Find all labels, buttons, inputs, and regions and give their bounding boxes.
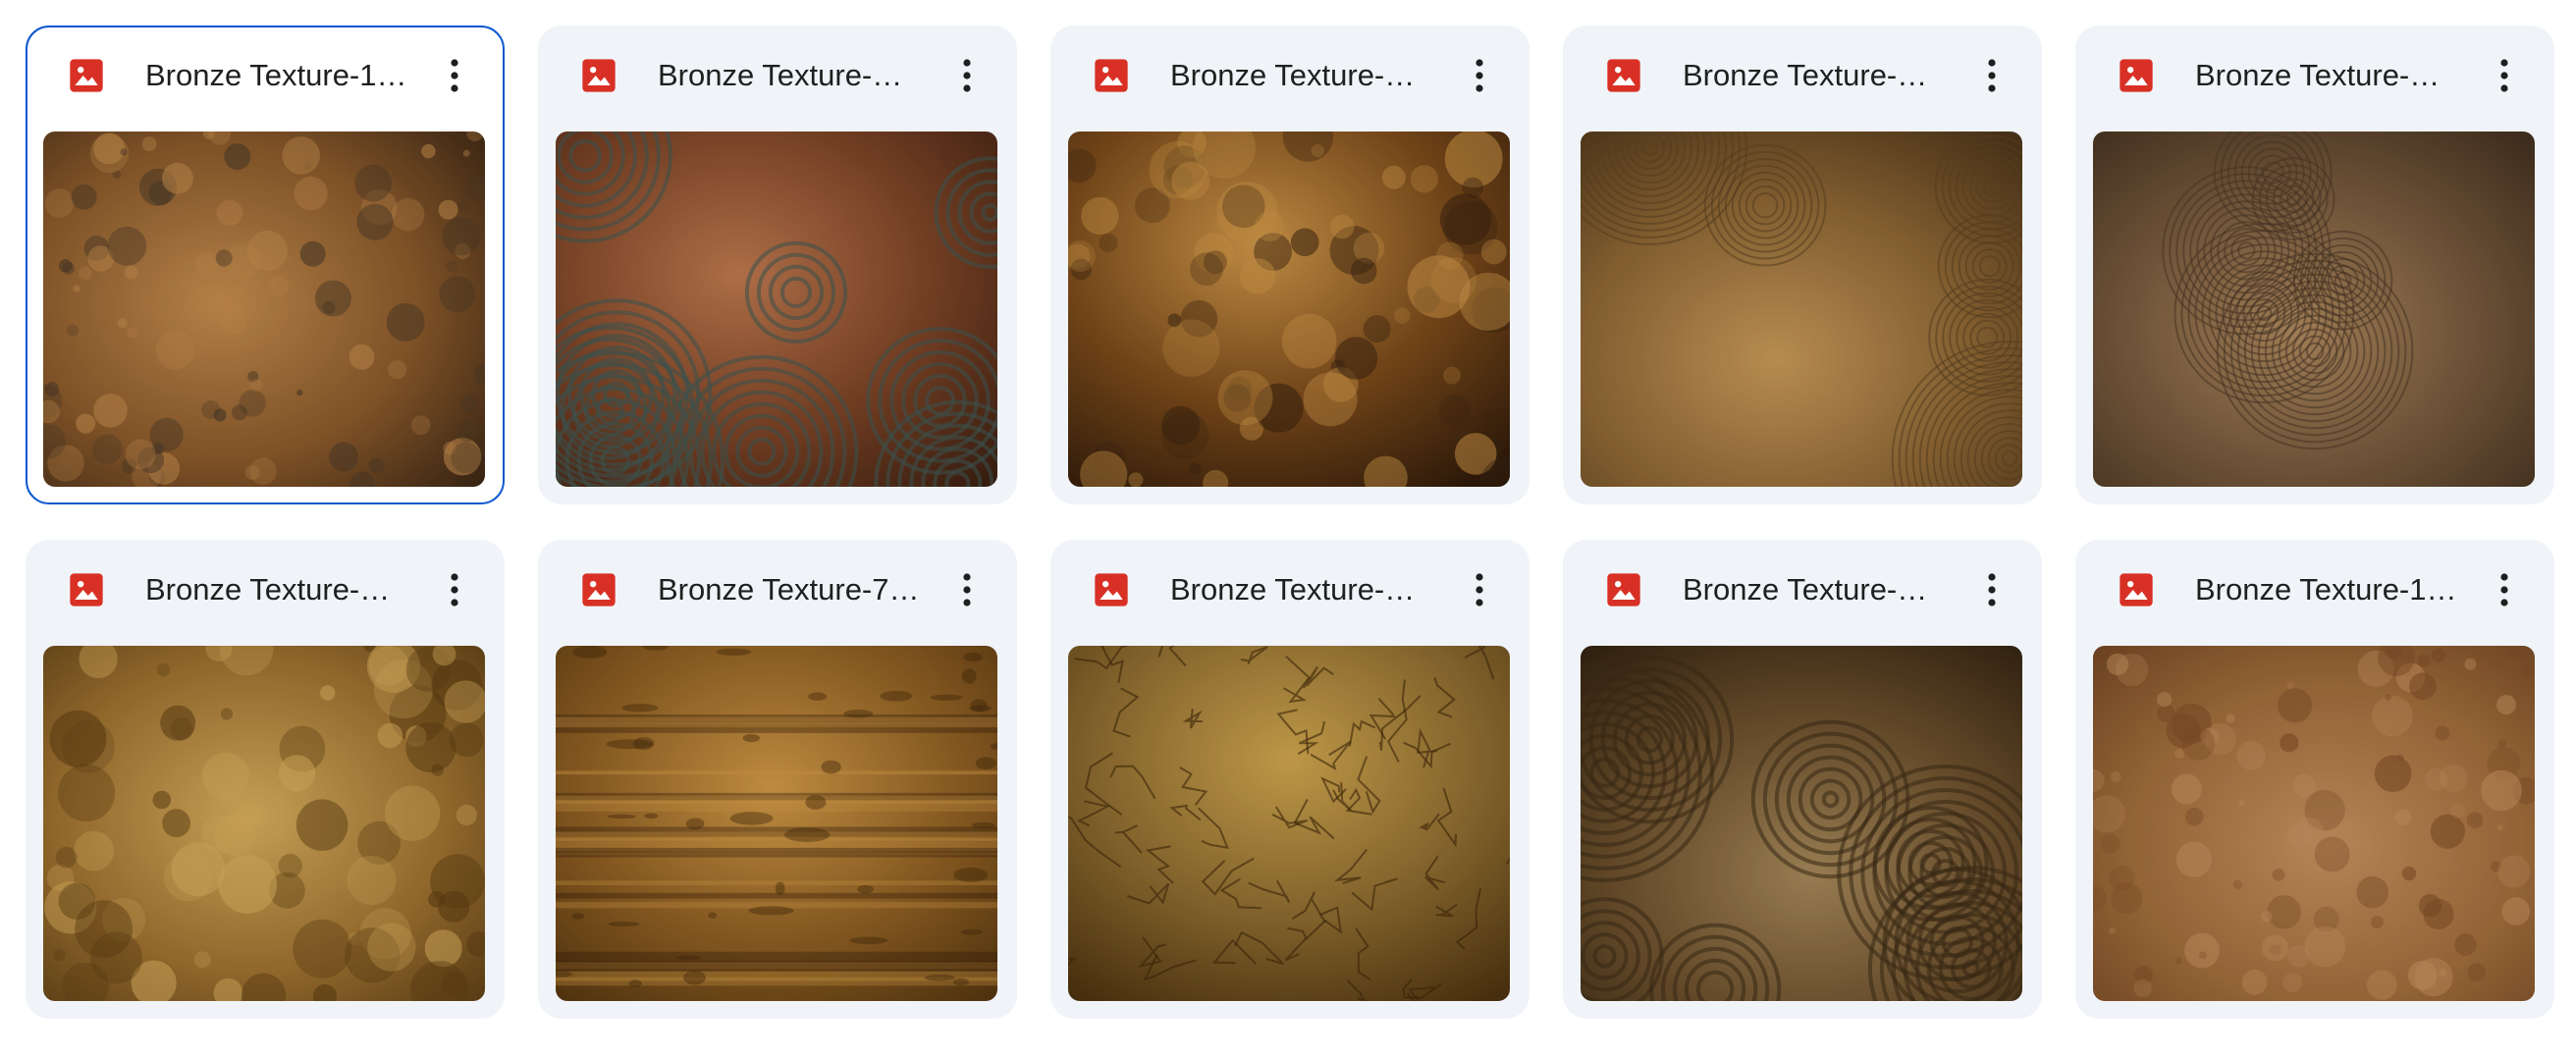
file-card-header: Bronze Texture-… bbox=[1050, 26, 1530, 130]
image-file-icon bbox=[2120, 573, 2153, 607]
thumbnail-image bbox=[556, 646, 997, 1001]
file-card-header: Bronze Texture-… bbox=[1563, 540, 2042, 644]
file-card[interactable]: Bronze Texture-… bbox=[1563, 540, 2042, 1019]
file-name: Bronze Texture-1… bbox=[2195, 572, 2457, 607]
image-file-icon bbox=[70, 573, 103, 607]
file-thumbnail[interactable] bbox=[43, 132, 485, 487]
image-file-icon bbox=[70, 59, 103, 92]
more-actions-button[interactable] bbox=[430, 565, 479, 614]
more-actions-button[interactable] bbox=[942, 51, 992, 100]
thumbnail-image bbox=[2093, 646, 2535, 1001]
file-card-header: Bronze Texture-7… bbox=[538, 540, 1017, 644]
file-card[interactable]: Bronze Texture-… bbox=[1563, 26, 2042, 504]
thumbnail-image bbox=[2093, 132, 2535, 487]
more-vert-icon bbox=[2500, 59, 2508, 92]
more-vert-icon bbox=[1988, 59, 1996, 92]
more-actions-button[interactable] bbox=[2480, 565, 2529, 614]
file-card-header: Bronze Texture-… bbox=[2075, 26, 2554, 130]
more-actions-button[interactable] bbox=[1967, 51, 2016, 100]
file-card[interactable]: Bronze Texture-1… bbox=[26, 26, 505, 504]
file-card[interactable]: Bronze Texture-… bbox=[538, 26, 1017, 504]
file-card[interactable]: Bronze Texture-… bbox=[1050, 540, 1530, 1019]
file-name: Bronze Texture-7… bbox=[658, 572, 920, 607]
file-card[interactable]: Bronze Texture-… bbox=[1050, 26, 1530, 504]
thumbnail-image bbox=[1068, 646, 1510, 1001]
more-vert-icon bbox=[1988, 573, 1996, 607]
thumbnail-image bbox=[1581, 132, 2022, 487]
thumbnail-image bbox=[43, 132, 485, 487]
thumbnail-image bbox=[1068, 132, 1510, 487]
more-vert-icon bbox=[2500, 573, 2508, 607]
more-actions-button[interactable] bbox=[430, 51, 479, 100]
image-file-icon bbox=[1607, 573, 1640, 607]
file-grid: Bronze Texture-1… Bronze Texture-… Bronze … bbox=[0, 0, 2576, 1056]
more-vert-icon bbox=[451, 573, 458, 607]
file-name: Bronze Texture-… bbox=[658, 58, 903, 92]
file-card-header: Bronze Texture-… bbox=[1563, 26, 2042, 130]
thumbnail-image bbox=[43, 646, 485, 1001]
file-name: Bronze Texture-1… bbox=[145, 58, 407, 92]
file-card[interactable]: Bronze Texture-… bbox=[2075, 26, 2554, 504]
file-card-header: Bronze Texture-1… bbox=[2075, 540, 2554, 644]
file-thumbnail[interactable] bbox=[2093, 646, 2535, 1001]
file-card-header: Bronze Texture-… bbox=[26, 540, 505, 644]
more-actions-button[interactable] bbox=[1967, 565, 2016, 614]
file-thumbnail[interactable] bbox=[556, 132, 997, 487]
file-name: Bronze Texture-… bbox=[145, 572, 391, 607]
file-card[interactable]: Bronze Texture-1… bbox=[2075, 540, 2554, 1019]
more-vert-icon bbox=[963, 573, 971, 607]
file-name: Bronze Texture-… bbox=[1170, 58, 1416, 92]
thumbnail-image bbox=[1581, 646, 2022, 1001]
file-thumbnail[interactable] bbox=[2093, 132, 2535, 487]
more-actions-button[interactable] bbox=[2480, 51, 2529, 100]
file-card[interactable]: Bronze Texture-7… bbox=[538, 540, 1017, 1019]
more-vert-icon bbox=[1476, 59, 1483, 92]
file-card[interactable]: Bronze Texture-… bbox=[26, 540, 505, 1019]
more-vert-icon bbox=[1476, 573, 1483, 607]
more-vert-icon bbox=[963, 59, 971, 92]
file-thumbnail[interactable] bbox=[1581, 646, 2022, 1001]
file-thumbnail[interactable] bbox=[1068, 132, 1510, 487]
image-file-icon bbox=[1607, 59, 1640, 92]
image-file-icon bbox=[2120, 59, 2153, 92]
more-actions-button[interactable] bbox=[942, 565, 992, 614]
image-file-icon bbox=[1095, 573, 1128, 607]
image-file-icon bbox=[1095, 59, 1128, 92]
file-name: Bronze Texture-… bbox=[1170, 572, 1416, 607]
image-file-icon bbox=[582, 59, 616, 92]
file-name: Bronze Texture-… bbox=[1683, 58, 1928, 92]
file-card-header: Bronze Texture-… bbox=[538, 26, 1017, 130]
file-thumbnail[interactable] bbox=[556, 646, 997, 1001]
file-thumbnail[interactable] bbox=[1581, 132, 2022, 487]
file-card-header: Bronze Texture-1… bbox=[27, 27, 503, 132]
file-thumbnail[interactable] bbox=[1068, 646, 1510, 1001]
more-actions-button[interactable] bbox=[1455, 51, 1504, 100]
image-file-icon bbox=[582, 573, 616, 607]
file-name: Bronze Texture-… bbox=[1683, 572, 1928, 607]
file-name: Bronze Texture-… bbox=[2195, 58, 2441, 92]
more-actions-button[interactable] bbox=[1455, 565, 1504, 614]
file-thumbnail[interactable] bbox=[43, 646, 485, 1001]
more-vert-icon bbox=[451, 59, 458, 92]
file-card-header: Bronze Texture-… bbox=[1050, 540, 1530, 644]
thumbnail-image bbox=[556, 132, 997, 487]
